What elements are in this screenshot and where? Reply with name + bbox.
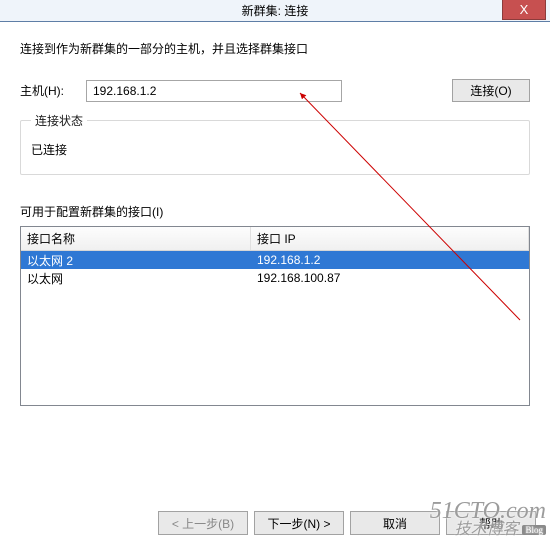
dialog-content: 连接到作为新群集的一部分的主机，并且选择群集接口 主机(H): 连接(O) 连接… <box>0 22 550 418</box>
interfaces-label: 可用于配置新群集的接口(I) <box>20 203 530 220</box>
titlebar: 新群集: 连接 X <box>0 0 550 22</box>
help-button[interactable]: 帮助 <box>446 511 536 535</box>
host-row: 主机(H): 连接(O) <box>20 79 530 102</box>
cancel-button[interactable]: 取消 <box>350 511 440 535</box>
grid-body: 以太网 2 192.168.1.2 以太网 192.168.100.87 <box>21 251 529 405</box>
interfaces-grid[interactable]: 接口名称 接口 IP 以太网 2 192.168.1.2 以太网 192.168… <box>20 226 530 406</box>
next-button[interactable]: 下一步(N) > <box>254 511 344 535</box>
col-header-ip[interactable]: 接口 IP <box>251 227 529 250</box>
close-icon: X <box>520 2 529 17</box>
instruction-text: 连接到作为新群集的一部分的主机，并且选择群集接口 <box>20 40 530 57</box>
window-title: 新群集: 连接 <box>242 2 309 19</box>
grid-header: 接口名称 接口 IP <box>21 227 529 251</box>
connection-status-text: 已连接 <box>31 141 519 158</box>
wizard-footer: < 上一步(B) 下一步(N) > 取消 帮助 <box>0 511 550 535</box>
host-label: 主机(H): <box>20 82 76 99</box>
grid-row[interactable]: 以太网 192.168.100.87 <box>21 269 529 287</box>
close-button[interactable]: X <box>502 0 546 20</box>
cell-ip: 192.168.100.87 <box>251 270 529 286</box>
cell-name: 以太网 2 <box>21 251 251 270</box>
cell-ip: 192.168.1.2 <box>251 252 529 268</box>
connect-button[interactable]: 连接(O) <box>452 79 530 102</box>
connection-status-group: 连接状态 已连接 <box>20 120 530 175</box>
host-input[interactable] <box>86 80 342 102</box>
connection-status-legend: 连接状态 <box>31 112 87 129</box>
back-button[interactable]: < 上一步(B) <box>158 511 248 535</box>
grid-row[interactable]: 以太网 2 192.168.1.2 <box>21 251 529 269</box>
cell-name: 以太网 <box>21 269 251 288</box>
col-header-name[interactable]: 接口名称 <box>21 227 251 250</box>
